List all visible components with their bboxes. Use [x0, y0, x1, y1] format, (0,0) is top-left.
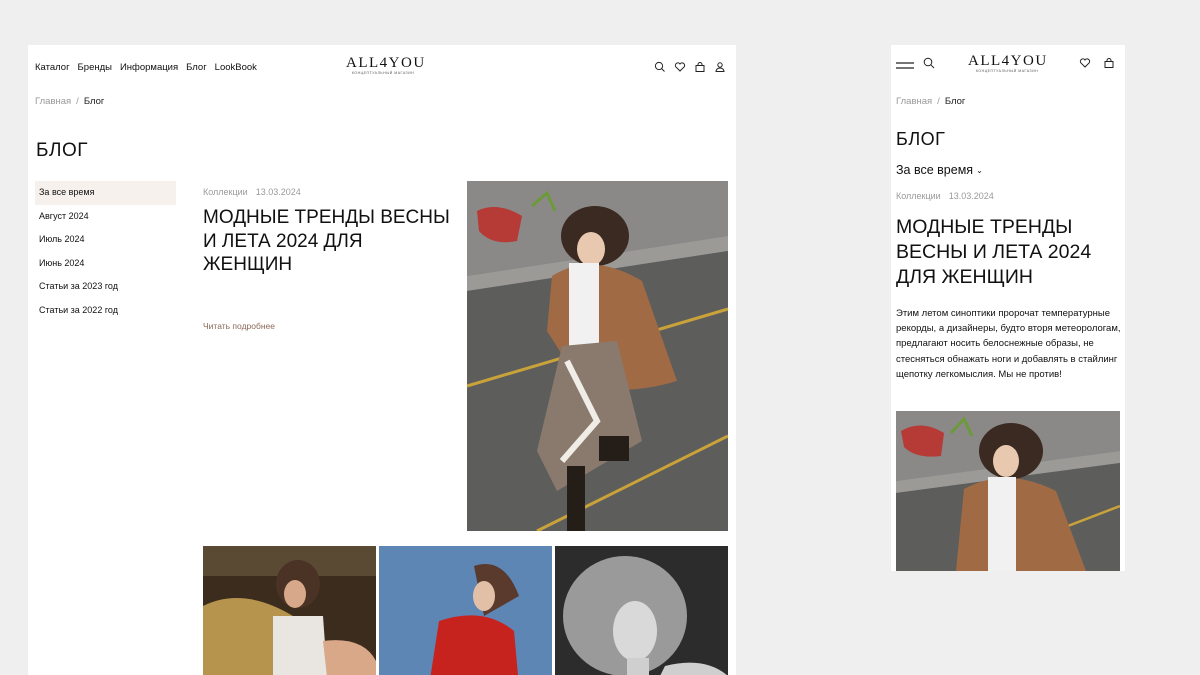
article-thumbnail[interactable] [555, 546, 728, 675]
logo-mark: ALL4YOU [346, 55, 426, 71]
article-thumbnail[interactable] [379, 546, 552, 675]
filter-august-2024[interactable]: Август 2024 [35, 205, 176, 229]
breadcrumb-current: Блог [944, 96, 966, 107]
article-category[interactable]: Коллекции [896, 191, 941, 201]
search-icon[interactable] [923, 57, 935, 69]
article-meta: Коллекции 13.03.2024 [203, 187, 453, 197]
filter-2022[interactable]: Статьи за 2022 год [35, 299, 176, 323]
nav-catalog[interactable]: Каталог [35, 62, 70, 73]
filter-all-time[interactable]: За все время [35, 181, 176, 205]
filter-july-2024[interactable]: Июль 2024 [35, 228, 176, 252]
article-hero-image[interactable] [467, 181, 728, 531]
article-card: Коллекции 13.03.2024 МОДНЫЕ ТРЕНДЫ ВЕСНЫ … [203, 187, 453, 331]
heart-icon[interactable] [1079, 57, 1091, 69]
nav-info[interactable]: Информация [120, 62, 178, 73]
nav-blog[interactable]: Блог [186, 62, 207, 73]
logo-tagline: КОНЦЕПТУАЛЬНЫЙ МАГАЗИН [351, 71, 415, 75]
period-select[interactable]: За все время ⌄ [896, 163, 983, 177]
page-title: БЛОГ [896, 129, 946, 149]
article-date: 13.03.2024 [948, 191, 994, 201]
user-icon[interactable] [714, 61, 726, 73]
article-date: 13.03.2024 [255, 187, 301, 197]
nav-brands[interactable]: Бренды [78, 62, 112, 73]
header-icons [1079, 57, 1115, 69]
bag-icon[interactable] [1103, 57, 1115, 69]
logo-tagline: КОНЦЕПТУАЛЬНЫЙ МАГАЗИН [975, 69, 1039, 73]
read-more-link[interactable]: Читать подробнее [203, 321, 275, 331]
article-excerpt: Этим летом синоптики пророчат температур… [896, 308, 1121, 380]
breadcrumb-home[interactable]: Главная [896, 96, 932, 107]
article-meta: Коллекции 13.03.2024 [896, 191, 994, 201]
filter-2023[interactable]: Статьи за 2023 год [35, 275, 176, 299]
logo[interactable]: ALL4YOU КОНЦЕПТУАЛЬНЫЙ МАГАЗИН [968, 53, 1046, 73]
breadcrumb: Главная / Блог [896, 96, 965, 107]
breadcrumb-separator: / [76, 96, 79, 107]
period-select-value: За все время [896, 163, 974, 177]
article-thumbnails [203, 546, 728, 675]
breadcrumb-current: Блог [83, 96, 105, 107]
mobile-frame: ALL4YOU КОНЦЕПТУАЛЬНЫЙ МАГАЗИН Главная / Б… [891, 45, 1125, 571]
article-category[interactable]: Коллекции [203, 187, 248, 197]
header-icons [654, 61, 726, 73]
article-title[interactable]: МОДНЫЕ ТРЕНДЫ ВЕСНЫ И ЛЕТА 2024 ДЛЯ ЖЕНЩ… [203, 206, 453, 277]
nav-lookbook[interactable]: LookBook [215, 62, 257, 73]
article-thumbnail[interactable] [203, 546, 376, 675]
logo-mark: ALL4YOU [968, 53, 1048, 69]
page-title: БЛОГ [36, 140, 89, 161]
heart-icon[interactable] [674, 61, 686, 73]
logo[interactable]: ALL4YOU КОНЦЕПТУАЛЬНЫЙ МАГАЗИН [346, 55, 426, 75]
search-icon[interactable] [654, 61, 666, 73]
chevron-down-icon: ⌄ [976, 166, 983, 175]
breadcrumb: Главная / Блог [35, 96, 104, 107]
article-hero-image[interactable] [896, 411, 1120, 571]
menu-icon[interactable] [896, 58, 914, 69]
main-nav: Каталог Бренды Информация Блог LookBook [35, 62, 257, 73]
desktop-frame: Каталог Бренды Информация Блог LookBook … [28, 45, 736, 675]
breadcrumb-separator: / [937, 96, 940, 107]
breadcrumb-home[interactable]: Главная [35, 96, 71, 107]
article-title[interactable]: МОДНЫЕ ТРЕНДЫ ВЕСНЫ И ЛЕТА 2024 ДЛЯ ЖЕНЩ… [896, 215, 1124, 290]
filter-june-2024[interactable]: Июнь 2024 [35, 252, 176, 276]
date-filter-list: За все время Август 2024 Июль 2024 Июнь … [35, 181, 176, 322]
bag-icon[interactable] [694, 61, 706, 73]
